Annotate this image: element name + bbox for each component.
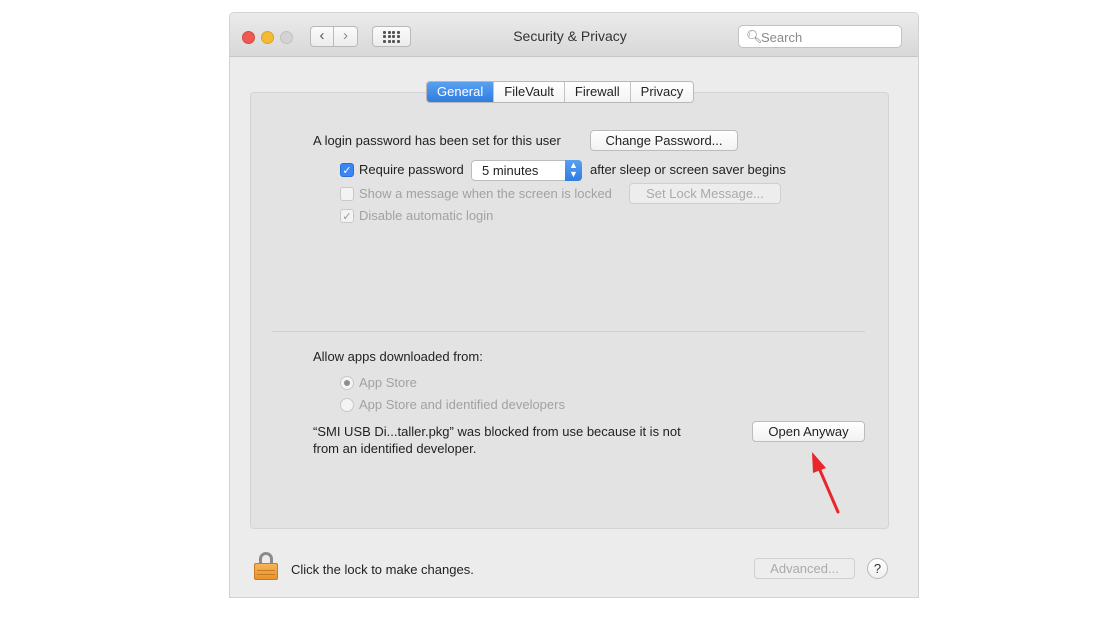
- annotation-arrow-icon: [812, 452, 840, 514]
